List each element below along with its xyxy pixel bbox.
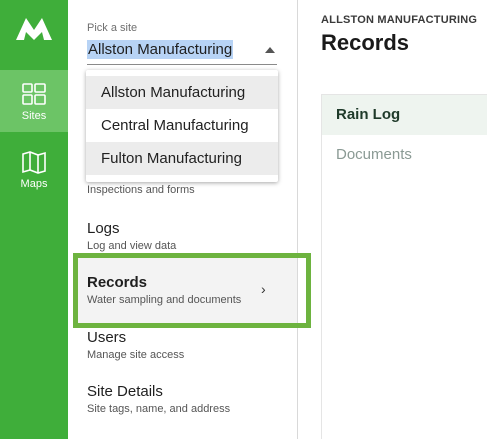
map-icon [22,151,46,174]
brand-logo-icon[interactable] [14,12,54,42]
menu-item-subtitle: Site tags, name, and address [87,403,231,415]
menu-item-inspections[interactable]: Inspections and forms [87,182,287,197]
menu-item-title: Users [87,329,127,346]
page-title: Records [321,30,410,55]
menu-item-title: Logs [87,220,120,237]
chevron-right-icon: › [261,281,266,297]
menu-item-logs[interactable]: Logs Log and view data [87,220,287,253]
dropdown-option[interactable]: Allston Manufacturing [86,76,278,109]
caret-up-icon[interactable] [265,47,275,53]
nav-rail: Sites Maps [0,0,68,439]
dropdown-option[interactable]: Fulton Manufacturing [86,142,278,175]
tab-documents[interactable]: Documents [336,146,412,163]
rail-item-label: Maps [20,178,48,190]
site-panel: Pick a site Allston Manufacturing Inspec… [68,0,298,439]
site-picker-underline [87,64,277,65]
site-dropdown-menu: Allston Manufacturing Central Manufactur… [86,70,278,182]
menu-item-subtitle: Water sampling and documents [87,294,242,306]
menu-item-subtitle: Log and view data [87,240,177,252]
menu-item-subtitle: Manage site access [87,349,185,361]
site-picker-input[interactable]: Allston Manufacturing [87,40,234,59]
menu-item-title: Records [87,274,148,291]
grid-icon [22,83,46,105]
dropdown-option[interactable]: Central Manufacturing [86,109,278,142]
site-picker-label: Pick a site [87,22,138,34]
menu-item-records-text[interactable]: Records Water sampling and documents [87,274,287,307]
rail-item-maps[interactable]: Maps [0,138,68,200]
menu-item-users[interactable]: Users Manage site access [87,329,287,362]
rail-item-label: Sites [21,110,47,122]
breadcrumb: ALLSTON MANUFACTURING [321,14,478,26]
tab-label: Rain Log [336,106,401,123]
rail-item-sites[interactable]: Sites [0,70,68,132]
menu-item-subtitle: Inspections and forms [87,184,195,196]
menu-item-title: Site Details [87,383,163,400]
menu-item-site-details[interactable]: Site Details Site tags, name, and addres… [87,383,287,416]
